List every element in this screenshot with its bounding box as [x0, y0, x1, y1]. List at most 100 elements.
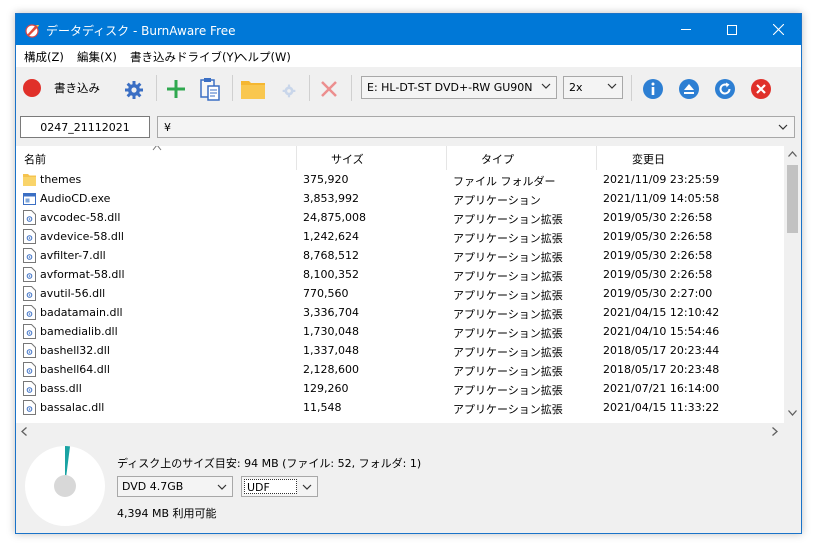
app-window: データディスク - BurnAware Free 構成(Z) 編集(X) 書き込… [15, 13, 802, 534]
column-header-type[interactable]: タイプ [481, 151, 514, 167]
cancel-icon [751, 79, 771, 99]
disc-info-button[interactable] [641, 77, 665, 101]
vertical-scroll-thumb[interactable] [787, 165, 798, 233]
file-row[interactable]: avdevice-58.dll 1,242,624 アプリケーション拡張 2019/0… [16, 227, 786, 246]
file-modified: 2018/05/17 20:23:44 [603, 344, 720, 357]
file-size: 129,260 [303, 382, 349, 395]
file-type: アプリケーション拡張 [453, 384, 563, 397]
file-type: アプリケーション拡張 [453, 251, 563, 264]
chevron-down-icon [541, 83, 551, 89]
scroll-down-icon[interactable] [788, 410, 797, 416]
column-header-name[interactable]: 名前 [24, 151, 46, 167]
scroll-left-icon[interactable] [21, 427, 27, 436]
menu-help[interactable]: ヘルプ(W) [236, 49, 291, 65]
add-files-button[interactable] [164, 77, 188, 101]
disc-usage-gauge [25, 446, 105, 526]
menu-burn-drive[interactable]: 書き込みドライブ(Y) [130, 49, 238, 65]
maximize-button[interactable] [709, 14, 755, 45]
file-row[interactable]: avformat-58.dll 8,100,352 アプリケーション拡張 2019/0… [16, 265, 786, 284]
burnaware-app-icon [25, 24, 39, 38]
title-bar[interactable]: データディスク - BurnAware Free [16, 14, 801, 45]
new-folder-button[interactable] [239, 76, 267, 102]
file-size: 1,242,624 [303, 230, 359, 243]
file-row[interactable]: avfilter-7.dll 8,768,512 アプリケーション拡張 2019/05… [16, 246, 786, 265]
file-modified: 2021/11/09 23:25:59 [603, 173, 720, 186]
file-type: アプリケーション拡張 [453, 346, 563, 359]
clipboard-icon [200, 78, 220, 101]
file-type: アプリケーション拡張 [453, 308, 563, 321]
file-type: アプリケーション拡張 [453, 289, 563, 302]
column-divider[interactable] [446, 146, 447, 170]
speed-select-value: 2x [569, 81, 583, 94]
drive-select[interactable]: E: HL-DT-ST DVD+-RW GU90N [361, 76, 557, 99]
scroll-right-icon[interactable] [772, 427, 778, 436]
column-header-size[interactable]: サイズ [331, 151, 364, 167]
file-row[interactable]: badatamain.dll 3,336,704 アプリケーション拡張 2021/04… [16, 303, 786, 322]
file-size: 375,920 [303, 173, 349, 186]
chevron-down-icon [302, 484, 312, 490]
column-header-modified[interactable]: 変更日 [632, 151, 665, 167]
file-name: bassalac.dll [40, 401, 105, 414]
file-modified: 2019/05/30 2:27:00 [603, 287, 713, 300]
file-modified: 2018/05/17 20:23:48 [603, 363, 720, 376]
toolbar-separator [156, 75, 157, 101]
burn-button[interactable]: 書き込み [22, 77, 118, 99]
file-type: アプリケーション拡張 [453, 403, 563, 416]
file-type: アプリケーション拡張 [453, 327, 563, 340]
file-list-header: 名前 サイズ タイプ 変更日 [16, 146, 786, 170]
vertical-scrollbar[interactable] [784, 146, 801, 440]
dll-icon [23, 210, 36, 225]
file-size: 770,560 [303, 287, 349, 300]
file-row[interactable]: AudioCD.exe 3,853,992 アプリケーション 2021/11/09 1… [16, 189, 786, 208]
exit-button[interactable] [749, 77, 773, 101]
file-row[interactable]: bassalac.dll 11,548 アプリケーション拡張 2021/04/15 1… [16, 398, 786, 417]
disc-type-select[interactable]: DVD 4.7GB [117, 476, 233, 497]
burn-button-label: 書き込み [54, 81, 100, 95]
eject-button[interactable] [677, 77, 701, 101]
file-size: 8,768,512 [303, 249, 359, 262]
column-divider[interactable] [596, 146, 597, 170]
file-row[interactable]: bashell32.dll 1,337,048 アプリケーション拡張 2018/05/… [16, 341, 786, 360]
file-row[interactable]: bashell64.dll 2,128,600 アプリケーション拡張 2018/05/… [16, 360, 786, 379]
chevron-down-icon [217, 484, 227, 490]
file-row[interactable]: themes 375,920 ファイル フォルダー 2021/11/09 23:25:… [16, 170, 786, 189]
delete-button[interactable] [317, 77, 341, 101]
file-row[interactable]: bass.dll 129,260 アプリケーション拡張 2021/07/21 16:1… [16, 379, 786, 398]
file-row[interactable]: bamedialib.dll 1,730,048 アプリケーション拡張 2021/04… [16, 322, 786, 341]
path-bar: 0247_21112021 ¥ [16, 109, 801, 145]
column-divider[interactable] [296, 146, 297, 170]
dll-icon [23, 267, 36, 282]
properties-button-disabled[interactable] [277, 78, 301, 102]
file-list[interactable]: 名前 サイズ タイプ 変更日 themes 375,920 ファイル フォルダー 20… [16, 146, 801, 440]
disc-label-input[interactable]: 0247_21112021 [20, 116, 150, 138]
file-system-select[interactable]: UDF [241, 476, 318, 497]
minimize-button[interactable] [663, 14, 709, 45]
toolbar-separator [232, 75, 233, 101]
available-space-text: 4,394 MB 利用可能 [117, 507, 217, 520]
file-row[interactable]: avutil-56.dll 770,560 アプリケーション拡張 2019/05/30… [16, 284, 786, 303]
eject-icon [679, 79, 699, 99]
paste-button[interactable] [198, 76, 222, 102]
close-window-button[interactable] [755, 14, 801, 45]
file-modified: 2021/04/15 11:33:22 [603, 401, 720, 414]
chevron-down-icon [607, 83, 617, 89]
file-name: avutil-56.dll [40, 287, 106, 300]
toolbar-separator [309, 75, 310, 101]
scroll-up-icon[interactable] [788, 151, 797, 157]
menu-edit[interactable]: 編集(X) [77, 49, 117, 65]
file-row[interactable]: avcodec-58.dll 24,875,008 アプリケーション拡張 2019/0… [16, 208, 786, 227]
options-button[interactable] [122, 77, 146, 101]
horizontal-scrollbar[interactable] [16, 423, 784, 440]
file-size: 1,337,048 [303, 344, 359, 357]
file-name: avdevice-58.dll [40, 230, 124, 243]
refresh-button[interactable] [713, 77, 737, 101]
speed-select[interactable]: 2x [563, 76, 623, 99]
info-icon [643, 79, 663, 99]
file-name: badatamain.dll [40, 306, 123, 319]
menu-compose[interactable]: 構成(Z) [24, 49, 64, 65]
dll-icon [23, 229, 36, 244]
gear-icon [125, 81, 143, 99]
path-select[interactable]: ¥ [157, 116, 795, 138]
file-modified: 2019/05/30 2:26:58 [603, 268, 713, 281]
path-select-value: ¥ [164, 121, 171, 134]
